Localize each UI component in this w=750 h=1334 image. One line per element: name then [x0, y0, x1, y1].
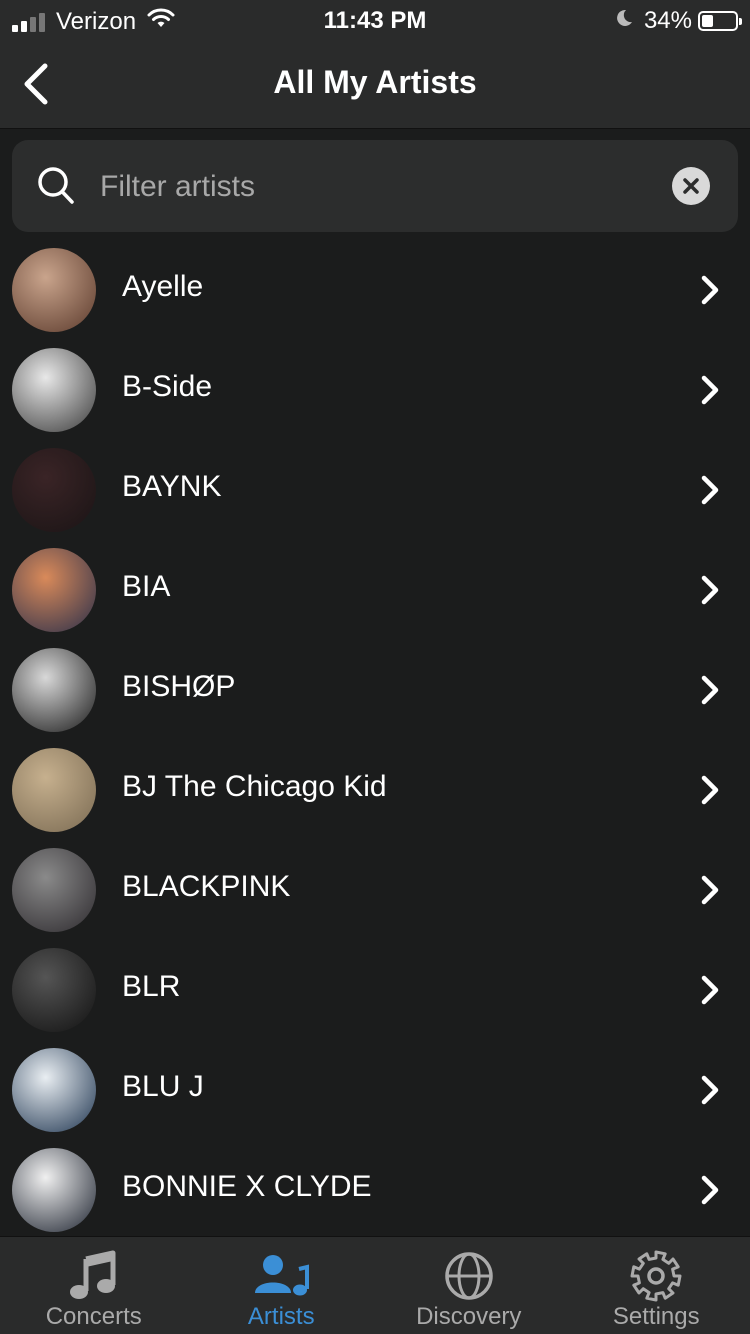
gear-icon — [563, 1249, 750, 1303]
globe-icon — [375, 1249, 563, 1303]
chevron-right-icon — [700, 874, 720, 911]
tab-settings[interactable]: Settings — [563, 1237, 750, 1334]
navigation-bar: All My Artists — [0, 42, 750, 129]
artist-row[interactable]: BJ The Chicago Kid — [0, 740, 750, 840]
artist-row[interactable]: BLR — [0, 940, 750, 1040]
chevron-right-icon — [700, 974, 720, 1011]
chevron-right-icon — [700, 274, 720, 311]
battery-icon — [698, 11, 742, 31]
artist-row[interactable]: BLU J — [0, 1040, 750, 1140]
artist-name: BJ The Chicago Kid — [122, 770, 387, 803]
tab-label: Discovery — [416, 1303, 522, 1330]
chevron-right-icon — [700, 1074, 720, 1111]
chevron-right-icon — [700, 474, 720, 511]
chevron-right-icon — [700, 1174, 720, 1211]
artist-avatar — [12, 248, 96, 332]
artist-name: BLU J — [122, 1070, 204, 1103]
artist-avatar — [12, 348, 96, 432]
artist-name: BISHØP — [122, 670, 236, 703]
artist-name: BIA — [122, 570, 171, 603]
artist-list: Ayelle B-Side BAYNK BIA BISHØP BJ The Chicago… — [0, 240, 750, 1236]
tab-label: Concerts — [45, 1303, 142, 1330]
chevron-right-icon — [700, 574, 720, 611]
tab-artists[interactable]: Artists — [188, 1237, 376, 1334]
artist-avatar — [12, 1148, 96, 1232]
search-box — [12, 140, 738, 232]
tab-discovery[interactable]: Discovery — [375, 1237, 563, 1334]
search-input[interactable] — [98, 162, 662, 212]
artist-name: BLR — [122, 970, 181, 1003]
artist-name: B-Side — [122, 370, 213, 403]
artist-avatar — [12, 948, 96, 1032]
artist-name: BONNIE X CLYDE — [122, 1170, 372, 1203]
do-not-disturb-icon — [614, 7, 634, 35]
tab-label: Settings — [612, 1303, 700, 1330]
artist-row[interactable]: B-Side — [0, 340, 750, 440]
chevron-right-icon — [700, 774, 720, 811]
tab-concerts[interactable]: Concerts — [0, 1237, 188, 1334]
tab-label: Artists — [247, 1303, 315, 1330]
chevron-right-icon — [700, 674, 720, 711]
status-right: 34% — [614, 7, 742, 35]
status-bar: Verizon 11:43 PM 34% — [0, 0, 750, 42]
tab-bar: Concerts Artists Discovery Settings — [0, 1236, 750, 1334]
artist-avatar — [12, 548, 96, 632]
battery-percent: 34% — [643, 7, 692, 34]
artist-avatar — [12, 448, 96, 532]
clear-search-button[interactable] — [672, 167, 710, 205]
artist-row[interactable]: BONNIE X CLYDE — [0, 1140, 750, 1236]
artist-avatar — [12, 1048, 96, 1132]
artist-name: BLACKPINK — [122, 870, 291, 903]
artist-avatar — [12, 648, 96, 732]
artist-name: Ayelle — [122, 270, 204, 303]
artist-row[interactable]: BAYNK — [0, 440, 750, 540]
artist-avatar — [12, 748, 96, 832]
artist-name: BAYNK — [122, 470, 222, 503]
search-icon — [36, 164, 76, 213]
artist-row[interactable]: Ayelle — [0, 240, 750, 340]
music-note-icon — [0, 1249, 188, 1303]
chevron-right-icon — [700, 374, 720, 411]
artists-icon — [188, 1249, 376, 1303]
screen: Verizon 11:43 PM 34% All My Artists Filt… — [0, 0, 750, 1334]
artist-avatar — [12, 848, 96, 932]
artist-row[interactable]: BIA — [0, 540, 750, 640]
page-title: All My Artists — [273, 64, 477, 100]
artist-row[interactable]: BLACKPINK — [0, 840, 750, 940]
close-icon — [683, 178, 699, 194]
artist-row[interactable]: BISHØP — [0, 640, 750, 740]
